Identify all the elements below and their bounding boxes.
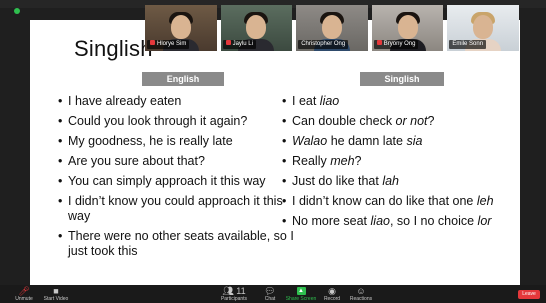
singlish-particle: liao <box>370 214 390 228</box>
participant-name-tag: Christopher Ong <box>298 40 349 49</box>
singlish-text: ? <box>354 154 362 168</box>
singlish-line: I eat liao <box>282 94 514 109</box>
participant-name: Hlorye Sim <box>157 41 187 47</box>
start-video-button[interactable]: ■ Start Video <box>36 286 76 302</box>
english-line: I have already eaten <box>58 94 304 109</box>
participant-name: Christopher Ong <box>301 41 346 47</box>
english-column-header: English <box>142 72 224 86</box>
muted-mic-icon <box>225 40 231 45</box>
english-line: There were no other seats available, so … <box>58 229 304 259</box>
singlish-text: I eat <box>292 94 320 108</box>
english-list: I have already eaten Could you look thro… <box>58 94 304 264</box>
shared-slide: Singlish English Singlish I have already… <box>30 20 520 285</box>
participant-video[interactable]: Hlorye Sim <box>145 5 217 51</box>
participant-video[interactable]: Emile Sonn <box>447 5 519 51</box>
muted-mic-icon <box>150 40 155 45</box>
reactions-label: Reactions <box>349 296 373 302</box>
reactions-button[interactable]: ☺ Reactions <box>341 286 381 302</box>
participant-name-tag: Bryony Ong <box>373 40 419 49</box>
singlish-text: I didn’t know can do like that one <box>292 194 477 208</box>
video-camera-icon: ■ <box>53 286 59 296</box>
leave-button[interactable]: Leave <box>518 290 540 299</box>
participant-name-tag: Hlorye Sim <box>147 40 190 49</box>
singlish-line: Really meh? <box>282 154 514 169</box>
english-line: Are you sure about that? <box>58 154 304 169</box>
participant-face <box>397 15 418 39</box>
singlish-particle: or not <box>395 114 428 128</box>
participant-face <box>170 15 191 39</box>
participants-icon-row: 👥︎ 11 <box>214 286 254 296</box>
singlish-text: Can double check <box>292 114 396 128</box>
singlish-text: No more seat <box>292 214 371 228</box>
security-shield-icon[interactable] <box>14 8 20 14</box>
singlish-line: I didn’t know can do like that one leh <box>282 194 514 209</box>
singlish-text: Really <box>292 154 331 168</box>
participant-video-strip: Hlorye Sim Jaylu Li Christopher Ong Bryo… <box>145 5 519 51</box>
participant-face <box>321 15 342 39</box>
participant-name: Emile Sonn <box>452 41 484 47</box>
singlish-column-header: Singlish <box>360 72 444 86</box>
singlish-particle: liao <box>319 94 340 108</box>
participant-video[interactable]: Jaylu Li <box>220 5 293 51</box>
english-line: Could you look through it again? <box>58 114 304 129</box>
participants-icon: 👥︎ <box>222 286 234 296</box>
participant-name-tag: Emile Sonn <box>449 40 487 49</box>
share-screen-icon: ▲ <box>296 287 306 295</box>
muted-mic-icon <box>376 40 382 45</box>
singlish-text: ? <box>427 114 435 128</box>
smiley-reaction-icon: ☺ <box>356 286 366 296</box>
singlish-line: No more seat liao, so I no choice lor <box>282 214 514 229</box>
singlish-line: Can double check or not? <box>282 114 514 129</box>
participant-face <box>246 15 267 39</box>
singlish-line: Just do like that lah <box>282 174 514 189</box>
slide-title: Singlish <box>74 36 153 61</box>
singlish-text: he damn late <box>327 134 407 148</box>
singlish-line: Walao he damn late sia <box>282 134 514 149</box>
singlish-particle: lah <box>382 174 400 188</box>
participants-count: 11 <box>236 286 246 296</box>
participant-name-tag: Jaylu Li <box>222 40 256 49</box>
singlish-particle: lor <box>477 214 492 228</box>
singlish-particle: leh <box>476 194 494 208</box>
participant-video[interactable]: Bryony Ong <box>371 5 444 51</box>
singlish-particle: sia <box>406 134 423 148</box>
english-line: You can simply approach it this way <box>58 174 304 189</box>
singlish-list: I eat liao Can double check or not? Wala… <box>282 94 514 234</box>
english-line: I didn’t know you could approach it this… <box>58 194 304 224</box>
singlish-text: , so I no choice <box>389 214 478 228</box>
start-video-label: Start Video <box>43 296 69 302</box>
participant-name: Jaylu Li <box>232 41 253 47</box>
singlish-text: Just do like that <box>292 174 383 188</box>
participant-name: Bryony Ong <box>383 41 416 47</box>
participants-button[interactable]: 👥︎ 11 Participants <box>214 286 254 302</box>
participants-label: Participants <box>220 296 248 302</box>
participant-video[interactable]: Christopher Ong <box>296 5 368 51</box>
english-line: My goodness, he is really late <box>58 134 304 149</box>
singlish-particle: meh <box>330 154 355 168</box>
participant-face <box>473 15 494 39</box>
singlish-particle: Walao <box>292 134 328 148</box>
